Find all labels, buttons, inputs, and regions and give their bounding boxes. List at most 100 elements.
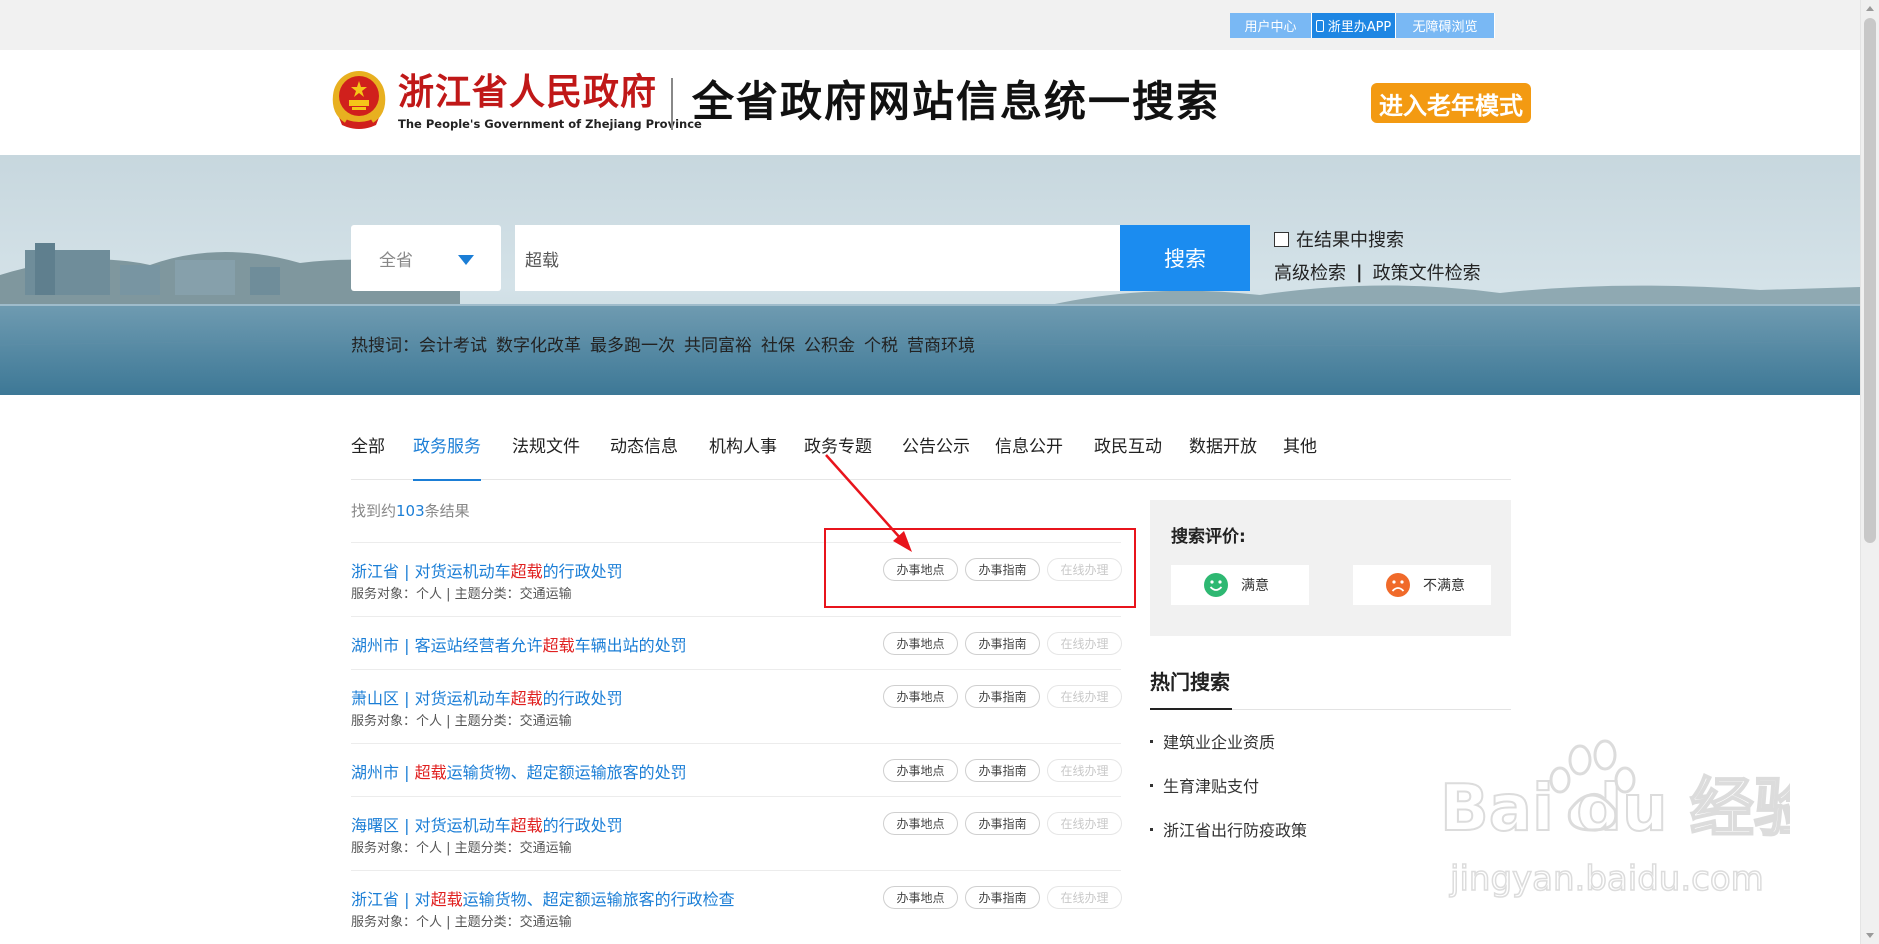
office-location-button[interactable]: 办事地点 <box>883 685 958 708</box>
office-location-button[interactable]: 办事地点 <box>883 812 958 835</box>
tab-disclosure[interactable]: 信息公开 <box>995 432 1063 480</box>
satisfied-label: 满意 <box>1241 578 1269 594</box>
scroll-down-icon[interactable] <box>1866 933 1874 938</box>
scrollbar-thumb[interactable] <box>1864 18 1876 543</box>
service-guide-button[interactable]: 办事指南 <box>965 886 1040 909</box>
hot-word[interactable]: 共同富裕 <box>684 331 752 356</box>
result-meta: 服务对象：个人 | 主题分类：交通运输 <box>351 714 572 729</box>
service-guide-button[interactable]: 办事指南 <box>965 632 1040 655</box>
search-button[interactable]: 搜索 <box>1120 225 1250 291</box>
result-title-text: 运输货物、超定额运输旅客的处罚 <box>446 763 687 782</box>
tab-regulations[interactable]: 法规文件 <box>512 432 580 480</box>
accessibility-label: 无障碍浏览 <box>1412 20 1478 35</box>
online-service-button: 在线办理 <box>1047 812 1122 835</box>
phone-icon <box>1315 19 1324 32</box>
result-keyword: 超载 <box>430 890 463 909</box>
result-item: 浙江省 | 对超载运输货物、超定额运输旅客的行政检查 服务对象：个人 | 主题分… <box>351 870 1122 944</box>
category-tabs: 全部 政务服务 法规文件 动态信息 机构人事 政务专题 公告公示 信息公开 政民… <box>351 432 1511 481</box>
search-in-results-checkbox[interactable] <box>1274 231 1289 247</box>
result-title-text: 浙江省 | 对货运机动车 <box>351 562 511 581</box>
watermark-url-text: jingyan.baidu.com <box>1449 859 1764 899</box>
result-count-prefix: 找到约 <box>351 502 397 520</box>
region-scope-value: 全省 <box>379 250 413 271</box>
brand-english-name: The People's Government of Zhejiang Prov… <box>398 117 702 131</box>
result-title-link[interactable]: 萧山区 | 对货运机动车超载的行政处罚 <box>351 685 623 709</box>
result-title-text: 的行政处罚 <box>542 562 623 581</box>
tab-open-data[interactable]: 数据开放 <box>1189 432 1257 480</box>
result-item: 湖州市 | 超载运输货物、超定额运输旅客的处罚 办事地点 办事指南 在线办理 <box>351 743 1122 796</box>
result-title-text: 萧山区 | 对货运机动车 <box>351 689 511 708</box>
hot-word[interactable]: 数字化改革 <box>496 331 581 356</box>
zheliban-app-link[interactable]: 浙里办APP <box>1312 13 1396 38</box>
search-in-results-option[interactable]: 在结果中搜索 <box>1274 226 1404 252</box>
tab-interaction[interactable]: 政民互动 <box>1094 432 1162 480</box>
service-guide-button[interactable]: 办事指南 <box>965 812 1040 835</box>
hot-word[interactable]: 营商环境 <box>907 331 975 356</box>
service-guide-button[interactable]: 办事指南 <box>965 759 1040 782</box>
hot-search-item[interactable]: 浙江省出行防疫政策 <box>1150 817 1307 841</box>
result-title-text: 运输货物、超定额运输旅客的行政检查 <box>462 890 735 909</box>
office-location-button[interactable]: 办事地点 <box>883 886 958 909</box>
scroll-up-icon[interactable] <box>1866 6 1874 11</box>
policy-file-search-link[interactable]: 政策文件检索 <box>1373 259 1481 285</box>
search-in-results-label: 在结果中搜索 <box>1296 230 1404 251</box>
hot-search-label: 生育津贴支付 <box>1163 777 1260 796</box>
user-center-link[interactable]: 用户中心 <box>1230 13 1312 38</box>
result-keyword: 超载 <box>542 636 575 655</box>
tab-topics[interactable]: 政务专题 <box>804 432 872 480</box>
page-scrollbar[interactable] <box>1860 0 1879 944</box>
hot-word[interactable]: 公积金 <box>804 331 855 356</box>
result-title-text: 湖州市 | <box>351 763 415 782</box>
unsatisfied-label: 不满意 <box>1423 578 1465 594</box>
accessibility-link[interactable]: 无障碍浏览 <box>1396 13 1495 38</box>
hot-word[interactable]: 个税 <box>864 331 898 356</box>
result-meta: 服务对象：个人 | 主题分类：交通运输 <box>351 587 572 602</box>
link-separator: | <box>1356 261 1363 283</box>
result-count-suffix: 条结果 <box>424 502 470 520</box>
tab-announcements[interactable]: 公告公示 <box>902 432 970 480</box>
result-meta: 服务对象：个人 | 主题分类：交通运输 <box>351 841 572 856</box>
result-title-link[interactable]: 浙江省 | 对货运机动车超载的行政处罚 <box>351 558 623 582</box>
result-title-link[interactable]: 湖州市 | 超载运输货物、超定额运输旅客的处罚 <box>351 759 687 783</box>
hot-search-item[interactable]: 建筑业企业资质 <box>1150 729 1275 753</box>
office-location-button[interactable]: 办事地点 <box>883 632 958 655</box>
hot-search-item[interactable]: 生育津贴支付 <box>1150 773 1259 797</box>
watermark-logo-text: Bai du 经验 <box>1440 772 1790 846</box>
online-service-button: 在线办理 <box>1047 685 1122 708</box>
result-count: 找到约103条结果 <box>351 500 470 521</box>
brand-name: 浙江省人民政府 <box>398 71 658 113</box>
tab-other[interactable]: 其他 <box>1283 432 1317 480</box>
search-banner: 全省 搜索 在结果中搜索 高级检索 | 政策文件检索 热搜词： 会计考试 数字化… <box>0 155 1860 395</box>
tab-news[interactable]: 动态信息 <box>610 432 678 480</box>
hot-word[interactable]: 最多跑一次 <box>590 331 675 356</box>
tab-personnel[interactable]: 机构人事 <box>709 432 777 480</box>
sad-face-icon <box>1386 573 1410 597</box>
portal-title: 全省政府网站信息统一搜索 <box>692 77 1221 126</box>
online-service-button: 在线办理 <box>1047 886 1122 909</box>
elder-mode-button[interactable]: 进入老年模式 <box>1371 83 1531 123</box>
result-title-link[interactable]: 海曙区 | 对货运机动车超载的行政处罚 <box>351 812 623 836</box>
advanced-links: 高级检索 | 政策文件检索 <box>1274 259 1481 285</box>
service-guide-button[interactable]: 办事指南 <box>965 685 1040 708</box>
site-header: 浙江省人民政府 The People's Government of Zheji… <box>0 50 1860 155</box>
result-title-link[interactable]: 浙江省 | 对超载运输货物、超定额运输旅客的行政检查 <box>351 886 735 910</box>
satisfied-button[interactable]: 满意 <box>1171 565 1309 605</box>
result-title-link[interactable]: 湖州市 | 客运站经营者允许超载车辆出站的处罚 <box>351 632 687 656</box>
advanced-search-link[interactable]: 高级检索 <box>1274 259 1346 285</box>
search-input[interactable] <box>515 225 1120 291</box>
result-meta: 服务对象：个人 | 主题分类：交通运输 <box>351 915 572 930</box>
unsatisfied-button[interactable]: 不满意 <box>1353 565 1491 605</box>
hot-word[interactable]: 会计考试 <box>419 331 487 356</box>
tab-all[interactable]: 全部 <box>351 432 385 480</box>
office-location-button[interactable]: 办事地点 <box>883 759 958 782</box>
user-center-label: 用户中心 <box>1244 20 1297 35</box>
hot-search-label: 浙江省出行防疫政策 <box>1163 821 1308 840</box>
result-title-text: 浙江省 | 对 <box>351 890 431 909</box>
region-scope-select[interactable]: 全省 <box>351 225 501 291</box>
utility-links: 用户中心 浙里办APP 无障碍浏览 <box>1230 13 1495 38</box>
result-keyword: 超载 <box>414 763 447 782</box>
result-keyword: 超载 <box>510 562 543 581</box>
result-title-text: 海曙区 | 对货运机动车 <box>351 816 511 835</box>
hot-word[interactable]: 社保 <box>761 331 795 356</box>
tab-gov-services[interactable]: 政务服务 <box>413 432 481 481</box>
